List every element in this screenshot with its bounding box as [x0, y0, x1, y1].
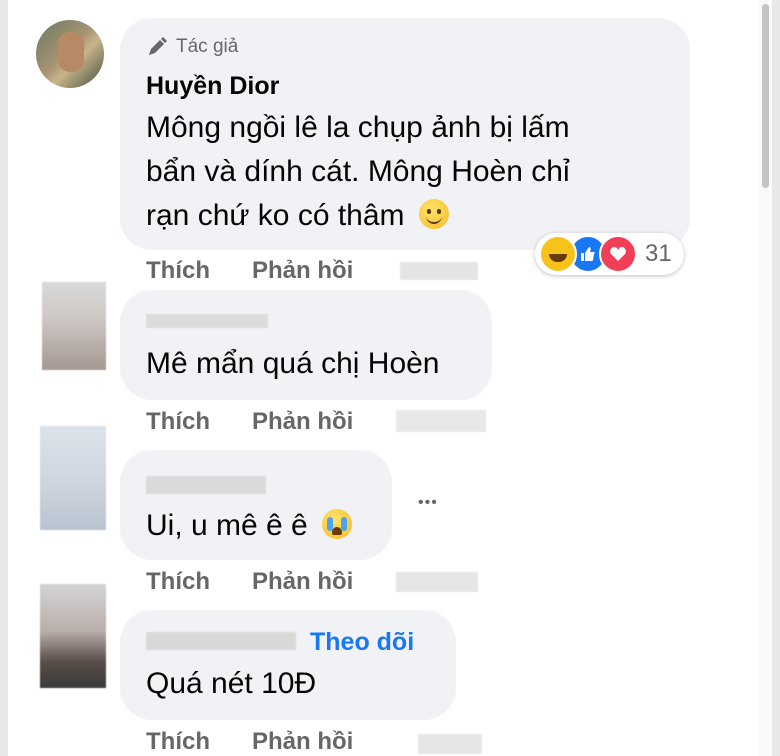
reaction-count: 31: [645, 240, 672, 267]
timestamp-redacted: [418, 734, 482, 754]
commenter-name-redacted: [146, 314, 268, 328]
reply-button[interactable]: Phản hồi: [252, 568, 353, 596]
like-button[interactable]: Thích: [146, 728, 210, 756]
avatar-redacted[interactable]: [40, 426, 106, 530]
comment-text: Quá nét 10Đ: [146, 667, 317, 700]
comment-bubble: Tác giả Huyền Dior Mông ngồi lê la chụp …: [120, 18, 690, 250]
comment-bubble: Ui, u mê ê ê: [120, 450, 392, 560]
commenter-name[interactable]: Huyền Dior: [146, 72, 279, 101]
comment-text-line: rạn chứ ko có thâm: [146, 194, 449, 238]
comment-bubble: Mê mẩn quá chị Hoèn: [120, 290, 492, 400]
comment-text-line: Mông ngồi lê la chụp ảnh bị lấm: [146, 111, 570, 144]
haha-icon: [539, 235, 577, 273]
comment-bubble: Theo dõi Quá nét 10Đ: [120, 610, 456, 720]
reply-button[interactable]: Phản hồi: [252, 257, 353, 285]
commenter-name-redacted: [146, 632, 296, 650]
avatar-redacted[interactable]: [40, 584, 106, 688]
smile-emoji-icon: [418, 199, 449, 229]
timestamp-redacted: [396, 410, 486, 432]
comment-text-segment: rạn chứ ko có thâm: [146, 199, 405, 232]
like-button[interactable]: Thích: [146, 408, 210, 436]
comment-thread: Tác giả Huyền Dior Mông ngồi lê la chụp …: [8, 0, 772, 756]
avatar-redacted[interactable]: [42, 282, 106, 370]
reply-button[interactable]: Phản hồi: [252, 408, 353, 436]
follow-link[interactable]: Theo dõi: [310, 628, 414, 657]
comment-text: Mê mẩn quá chị Hoèn: [146, 347, 440, 380]
crying-emoji-icon: [322, 509, 353, 539]
comment-text-line: bẩn và dính cát. Mông Hoèn chỉ: [146, 155, 570, 188]
commenter-name-redacted: [146, 476, 266, 494]
avatar[interactable]: [36, 20, 104, 88]
pencil-icon: [149, 37, 167, 55]
timestamp-redacted: [400, 262, 478, 280]
reaction-summary[interactable]: 31: [535, 233, 684, 275]
more-options-button[interactable]: •••: [418, 494, 438, 512]
comment-text-segment: Ui, u mê ê ê: [146, 509, 308, 542]
author-badge-label: Tác giả: [176, 36, 239, 57]
comment-text: Ui, u mê ê ê: [146, 504, 353, 548]
scrollbar-thumb[interactable]: [762, 4, 769, 188]
scrollbar[interactable]: [758, 0, 772, 756]
author-badge: Tác giả: [146, 36, 238, 58]
love-icon: [599, 235, 637, 273]
like-button[interactable]: Thích: [146, 568, 210, 596]
like-button[interactable]: Thích: [146, 257, 210, 285]
timestamp-redacted: [396, 572, 478, 592]
reply-button[interactable]: Phản hồi: [252, 728, 353, 756]
